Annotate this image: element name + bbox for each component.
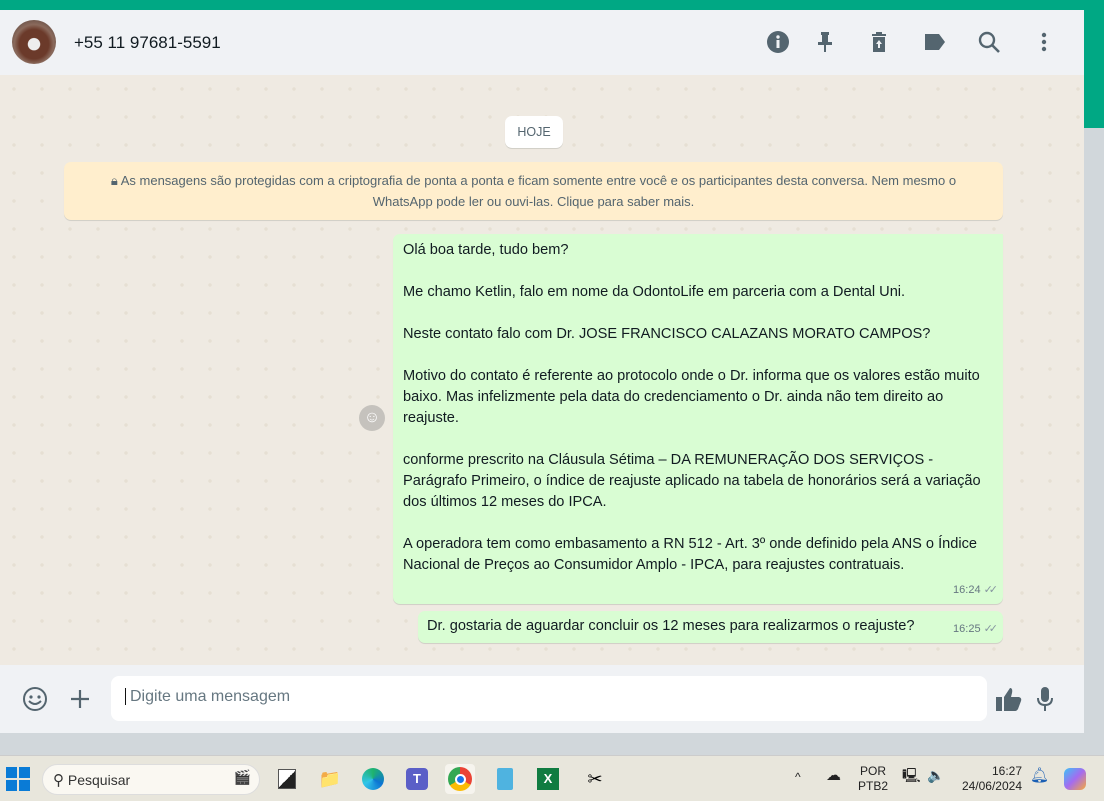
attach-plus-icon[interactable] <box>65 684 95 714</box>
message-line: Olá boa tarde, tudo bem? <box>403 242 569 258</box>
message-bubble[interactable]: Dr. gostaria de aguardar concluir os 12 … <box>418 611 1003 643</box>
search-highlight-icon: 🎬 <box>233 769 251 785</box>
language-code: POR <box>860 764 887 778</box>
copilot-icon[interactable] <box>1060 764 1090 794</box>
message-text: Dr. gostaria de aguardar concluir os 12 … <box>427 618 915 634</box>
contact-name[interactable]: +55 11 97681-5591 <box>74 33 221 53</box>
message-line: conforme prescrito na Cláusula Sétima – … <box>403 452 981 510</box>
edge-icon[interactable] <box>358 764 388 794</box>
chat-header: +55 11 97681-5591 <box>0 10 1084 75</box>
whatsapp-window: +55 11 97681-5591 HOJE 🔒︎ As mensagens s… <box>0 10 1084 733</box>
thumbs-up-icon[interactable] <box>994 684 1024 714</box>
date-pill: HOJE <box>505 116 563 148</box>
message-meta: 16:24 ✓✓ <box>953 580 999 601</box>
windows-start-icon[interactable] <box>3 764 33 794</box>
message-line: Neste contato falo com Dr. JOSE FRANCISC… <box>403 326 931 342</box>
scrollbar[interactable] <box>1084 10 1104 128</box>
task-view-icon[interactable] <box>272 764 302 794</box>
menu-icon[interactable] <box>1032 30 1056 54</box>
clock-time: 16:27 <box>991 764 1022 778</box>
double-check-icon: ✓✓ <box>983 623 999 635</box>
pin-icon[interactable] <box>813 30 837 54</box>
delete-icon[interactable] <box>867 30 891 54</box>
search-placeholder: Pesquisar <box>67 772 131 788</box>
top-accent-bar <box>0 0 1104 10</box>
snipping-tool-icon[interactable]: ✂ <box>580 764 610 794</box>
search-icon: ⚲ <box>53 772 64 789</box>
label-icon[interactable] <box>922 30 946 54</box>
teams-icon[interactable]: T <box>402 764 432 794</box>
search-icon[interactable] <box>977 30 1001 54</box>
clock-date: 24/06/2024 <box>961 779 1022 793</box>
message-line: Motivo do contato é referente ao protoco… <box>403 368 980 426</box>
emoji-icon[interactable] <box>20 684 50 714</box>
microphone-icon[interactable] <box>1030 684 1060 714</box>
volume-icon[interactable]: 🔈 <box>927 768 944 783</box>
info-icon[interactable] <box>766 30 790 54</box>
avatar[interactable] <box>12 20 56 64</box>
encryption-notice[interactable]: 🔒︎ As mensagens são protegidas com a cri… <box>64 162 1003 220</box>
taskbar-search[interactable]: ⚲ Pesquisar 🎬 <box>42 764 260 795</box>
file-explorer-icon[interactable]: 📁 <box>315 764 345 794</box>
language-indicator[interactable]: POR PTB2 <box>858 764 888 794</box>
chrome-icon[interactable] <box>445 764 475 794</box>
clock[interactable]: 16:27 24/06/2024 <box>958 764 1022 794</box>
message-line: A operadora tem como embasamento a RN 51… <box>403 536 978 573</box>
keyboard-layout: PTB2 <box>858 779 889 793</box>
network-icon[interactable]: 🖳 <box>902 768 921 783</box>
composer: Digite uma mensagem <box>0 665 1084 733</box>
excel-icon[interactable]: X <box>533 764 563 794</box>
encryption-text: As mensagens são protegidas com a cripto… <box>120 173 957 209</box>
message-bubble[interactable]: Olá boa tarde, tudo bem? Me chamo Ketlin… <box>393 234 1003 604</box>
notification-bell-icon[interactable]: 🔔︎ <box>1030 768 1049 783</box>
taskbar: ⚲ Pesquisar 🎬 📁 T X ✂ ^ ☁ POR PTB2 🖳 🔈 16:… <box>0 755 1104 801</box>
message-list[interactable]: HOJE 🔒︎ As mensagens são protegidas com … <box>0 75 1084 665</box>
message-input[interactable]: Digite uma mensagem <box>111 676 987 721</box>
message-time: 16:24 <box>953 584 981 596</box>
notepad-icon[interactable] <box>490 764 520 794</box>
message-placeholder: Digite uma mensagem <box>125 688 291 705</box>
show-hidden-icons[interactable]: ^ <box>795 770 801 785</box>
double-check-icon: ✓✓ <box>983 584 999 596</box>
emoji-reaction-icon[interactable]: ☺ <box>359 405 385 431</box>
message-line: Me chamo Ketlin, falo em nome da OdontoL… <box>403 284 906 300</box>
onedrive-offline-icon[interactable]: ☁ <box>826 768 841 783</box>
message-meta: 16:25 ✓✓ <box>953 619 999 640</box>
message-time: 16:25 <box>953 623 981 635</box>
